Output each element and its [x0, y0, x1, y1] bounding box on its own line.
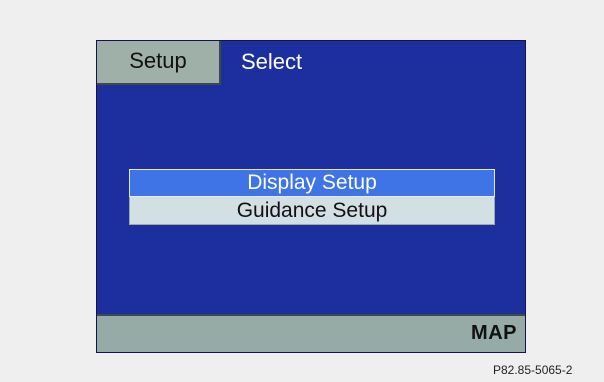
navigation-screen: Setup Select Display Setup Guidance Setu…	[96, 40, 526, 353]
setup-menu-list: Display Setup Guidance Setup	[129, 169, 495, 225]
setup-tab-button[interactable]: Setup	[97, 41, 221, 85]
menu-item-guidance-setup[interactable]: Guidance Setup	[129, 197, 495, 225]
page-title: Select	[241, 49, 303, 74]
menu-item-display-setup[interactable]: Display Setup	[129, 169, 495, 197]
menu-item-label: Guidance Setup	[236, 198, 388, 222]
setup-tab-label: Setup	[129, 48, 187, 73]
map-button[interactable]: MAP	[471, 322, 517, 345]
menu-item-label: Display Setup	[247, 171, 377, 194]
header-bar: Setup Select	[97, 41, 525, 87]
footer-bar: MAP	[97, 314, 525, 352]
reference-code: P82.85-5065-2	[493, 363, 573, 377]
